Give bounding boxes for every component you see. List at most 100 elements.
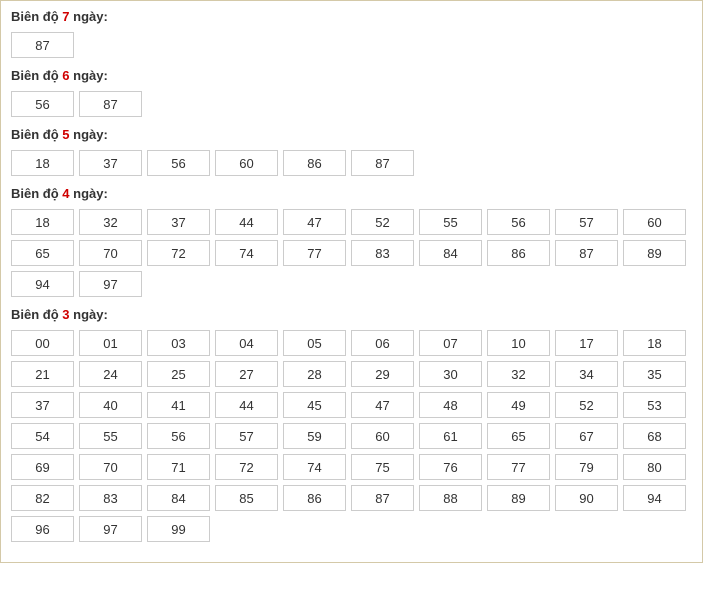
title-days: 3 <box>62 307 69 322</box>
number-cell: 03 <box>147 330 210 356</box>
number-cell: 75 <box>351 454 414 480</box>
number-cell: 72 <box>215 454 278 480</box>
section-title: Biên độ 6 ngày: <box>11 68 692 83</box>
title-prefix: Biên độ <box>11 9 62 24</box>
number-grid: 5687 <box>11 91 692 117</box>
number-cell: 89 <box>623 240 686 266</box>
number-cell: 27 <box>215 361 278 387</box>
number-cell: 41 <box>147 392 210 418</box>
number-cell: 97 <box>79 516 142 542</box>
number-cell: 30 <box>419 361 482 387</box>
number-cell: 29 <box>351 361 414 387</box>
number-cell: 47 <box>351 392 414 418</box>
number-cell: 70 <box>79 454 142 480</box>
number-cell: 17 <box>555 330 618 356</box>
number-cell: 60 <box>351 423 414 449</box>
number-cell: 77 <box>487 454 550 480</box>
number-cell: 18 <box>11 150 74 176</box>
number-cell: 37 <box>79 150 142 176</box>
section-title: Biên độ 3 ngày: <box>11 307 692 322</box>
title-prefix: Biên độ <box>11 307 62 322</box>
number-cell: 56 <box>487 209 550 235</box>
number-cell: 67 <box>555 423 618 449</box>
amplitude-section: Biên độ 7 ngày: 87 <box>11 9 692 58</box>
number-cell: 59 <box>283 423 346 449</box>
number-cell: 87 <box>11 32 74 58</box>
number-grid: 87 <box>11 32 692 58</box>
number-cell: 25 <box>147 361 210 387</box>
number-cell: 86 <box>283 150 346 176</box>
title-prefix: Biên độ <box>11 186 62 201</box>
number-cell: 61 <box>419 423 482 449</box>
number-cell: 24 <box>79 361 142 387</box>
number-cell: 83 <box>351 240 414 266</box>
number-cell: 54 <box>11 423 74 449</box>
number-cell: 52 <box>351 209 414 235</box>
title-suffix: ngày: <box>70 68 108 83</box>
number-cell: 37 <box>147 209 210 235</box>
section-title: Biên độ 7 ngày: <box>11 9 692 24</box>
number-cell: 65 <box>487 423 550 449</box>
number-cell: 77 <box>283 240 346 266</box>
number-cell: 65 <box>11 240 74 266</box>
number-cell: 80 <box>623 454 686 480</box>
number-cell: 83 <box>79 485 142 511</box>
number-cell: 10 <box>487 330 550 356</box>
number-cell: 18 <box>11 209 74 235</box>
number-cell: 45 <box>283 392 346 418</box>
number-cell: 74 <box>215 240 278 266</box>
number-cell: 48 <box>419 392 482 418</box>
number-cell: 56 <box>11 91 74 117</box>
number-cell: 32 <box>79 209 142 235</box>
number-cell: 55 <box>419 209 482 235</box>
title-days: 7 <box>62 9 69 24</box>
title-days: 6 <box>62 68 69 83</box>
number-cell: 72 <box>147 240 210 266</box>
section-title: Biên độ 4 ngày: <box>11 186 692 201</box>
number-cell: 69 <box>11 454 74 480</box>
number-cell: 04 <box>215 330 278 356</box>
amplitude-section: Biên độ 4 ngày:1832374447525556576065707… <box>11 186 692 297</box>
number-cell: 37 <box>11 392 74 418</box>
number-cell: 01 <box>79 330 142 356</box>
number-cell: 47 <box>283 209 346 235</box>
number-cell: 44 <box>215 392 278 418</box>
number-cell: 52 <box>555 392 618 418</box>
number-cell: 88 <box>419 485 482 511</box>
number-grid: 1832374447525556576065707274778384868789… <box>11 209 692 297</box>
title-suffix: ngày: <box>70 186 108 201</box>
number-cell: 99 <box>147 516 210 542</box>
number-cell: 96 <box>11 516 74 542</box>
number-cell: 68 <box>623 423 686 449</box>
number-cell: 71 <box>147 454 210 480</box>
number-cell: 56 <box>147 423 210 449</box>
number-cell: 82 <box>11 485 74 511</box>
number-cell: 21 <box>11 361 74 387</box>
number-cell: 97 <box>79 271 142 297</box>
number-cell: 32 <box>487 361 550 387</box>
title-days: 4 <box>62 186 69 201</box>
amplitude-panel: Biên độ 7 ngày:87Biên độ 6 ngày:5687Biên… <box>0 0 703 563</box>
number-cell: 57 <box>215 423 278 449</box>
number-grid: 183756608687 <box>11 150 692 176</box>
number-grid: 0001030405060710171821242527282930323435… <box>11 330 692 542</box>
number-cell: 87 <box>351 485 414 511</box>
title-prefix: Biên độ <box>11 127 62 142</box>
number-cell: 85 <box>215 485 278 511</box>
number-cell: 74 <box>283 454 346 480</box>
number-cell: 84 <box>147 485 210 511</box>
number-cell: 60 <box>623 209 686 235</box>
number-cell: 53 <box>623 392 686 418</box>
number-cell: 00 <box>11 330 74 356</box>
number-cell: 56 <box>147 150 210 176</box>
number-cell: 40 <box>79 392 142 418</box>
number-cell: 35 <box>623 361 686 387</box>
amplitude-section: Biên độ 5 ngày:183756608687 <box>11 127 692 176</box>
title-days: 5 <box>62 127 69 142</box>
number-cell: 49 <box>487 392 550 418</box>
title-suffix: ngày: <box>70 307 108 322</box>
title-prefix: Biên độ <box>11 68 62 83</box>
number-cell: 06 <box>351 330 414 356</box>
number-cell: 87 <box>351 150 414 176</box>
number-cell: 44 <box>215 209 278 235</box>
